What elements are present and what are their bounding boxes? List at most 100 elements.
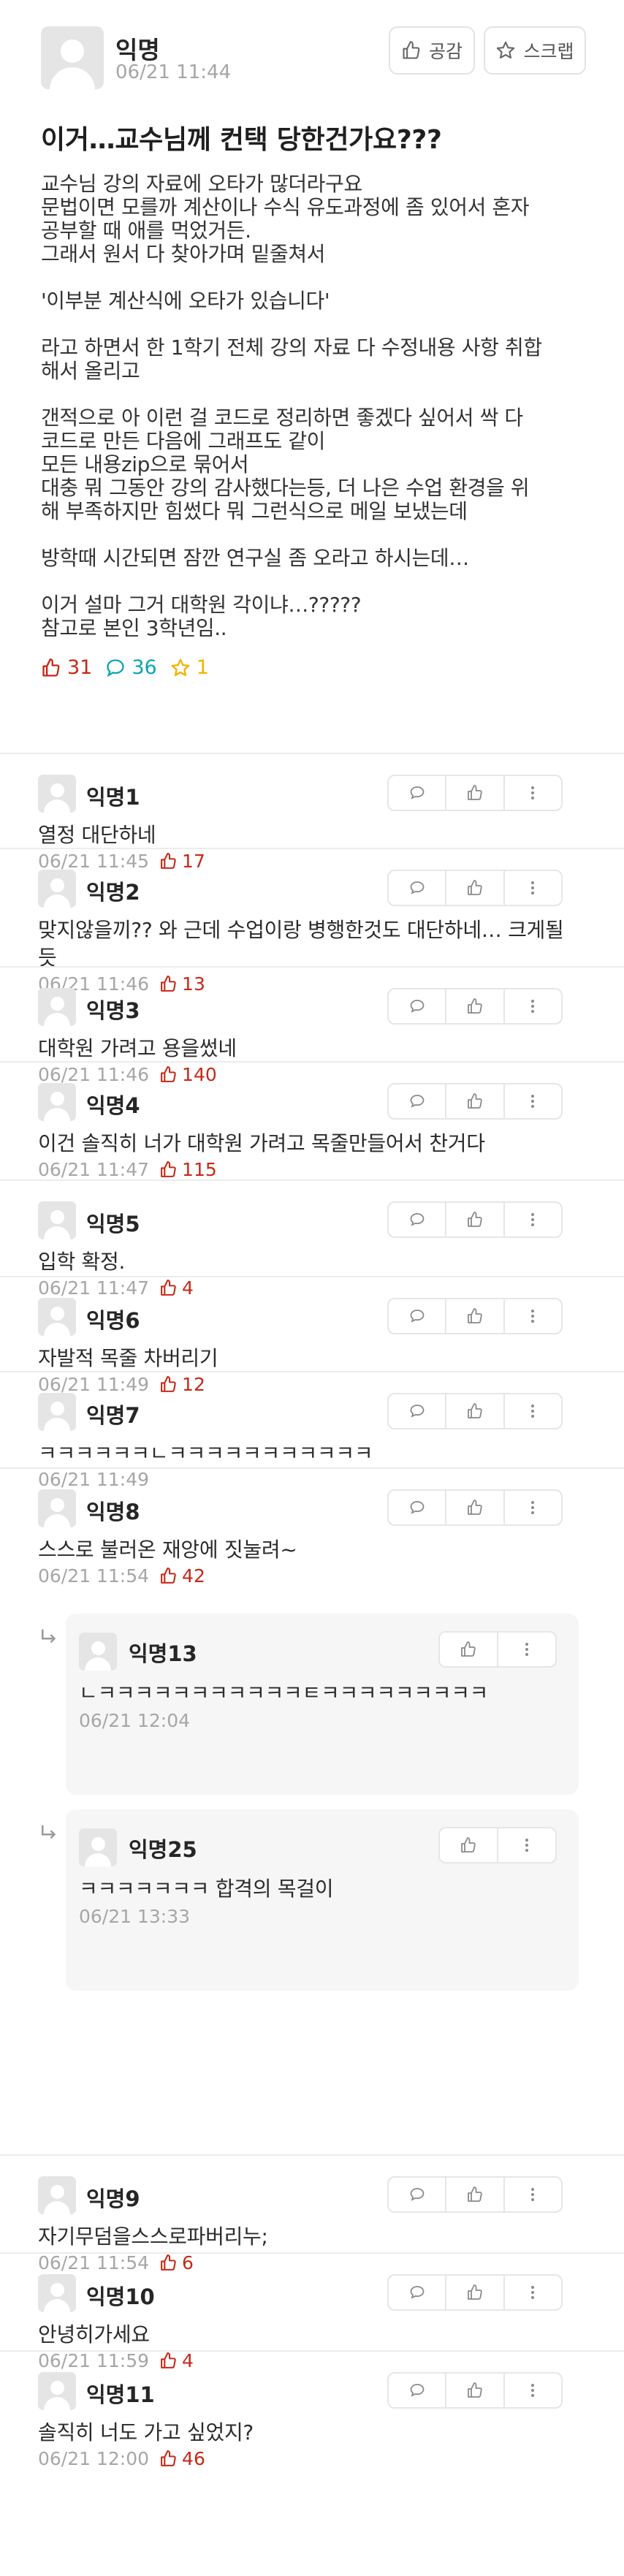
post-title: 이거…교수님께 컨택 당한건가요??? [41,125,442,155]
more-options-button[interactable] [505,1084,561,1118]
speech-bubble-icon [410,881,425,894]
reply-button[interactable] [389,1299,447,1333]
comment-time: 06/21 12:04 [79,1710,191,1731]
avatar [38,870,76,908]
more-options-button[interactable] [498,1633,555,1666]
comment-text: 자발적 목줄 차버리기 [38,1346,218,1370]
comment-like-button[interactable] [446,1203,505,1236]
vertical-dots-icon [531,1501,535,1514]
vertical-dots-icon [531,786,535,799]
reply-button[interactable] [389,2374,447,2407]
comment-like-button[interactable] [440,1828,498,1862]
comment-like-button[interactable] [446,1491,505,1524]
comment-text: ㅋㅋㅋㅋㅋㅋㅋ 합격의 목걸이 [79,1877,334,1901]
reply-button[interactable] [389,1491,447,1524]
comment-actions [387,988,563,1025]
thumbs-up-icon [468,1212,482,1227]
comment-author: 익명5 [86,1212,140,1236]
reply-arrow-icon [42,1825,56,1839]
vertical-dots-icon [531,2286,535,2299]
thumbs-up-icon [468,2382,482,2398]
more-options-button[interactable] [505,776,561,810]
reply-button[interactable] [389,871,447,905]
thumbs-up-icon [468,1093,482,1109]
avatar [38,2176,76,2214]
comment-like-button[interactable] [446,989,505,1023]
vertical-dots-icon [525,1643,528,1656]
more-options-button[interactable] [505,2374,561,2407]
thumbs-up-icon [468,1308,482,1323]
comment-text: 열정 대단하네 [38,823,156,847]
vertical-dots-icon [531,1000,535,1013]
avatar [79,1633,117,1671]
comment-like-count: 115 [159,1159,217,1180]
comment-time: 06/21 11:47 [38,1159,150,1180]
comment-text: 자기무덤을스스로파버리누; [38,2224,268,2249]
comment-like-button[interactable] [446,871,505,905]
comment-like-button[interactable] [446,776,505,810]
more-options-button[interactable] [505,1394,561,1428]
like-button[interactable]: 공감 [389,26,475,75]
comment-like-value: 115 [182,1159,217,1180]
comment-author: 익명4 [86,1093,140,1118]
reply-button[interactable] [389,1394,447,1428]
star-icon [497,41,515,58]
scrap-button[interactable]: 스크랩 [484,26,586,75]
speech-bubble-icon [410,2286,425,2299]
reply-button[interactable] [389,2178,447,2211]
avatar [38,1083,76,1121]
avatar [79,1828,117,1866]
more-options-button[interactable] [505,1203,561,1236]
speech-bubble-icon [410,2188,425,2201]
comment-like-button[interactable] [446,2178,505,2211]
more-options-button[interactable] [505,2178,561,2211]
reply-button[interactable] [389,1203,447,1236]
post-stats: 31 36 1 [41,656,583,679]
comment-text: 솔직히 너도 가고 싶었지? [38,2420,254,2444]
speech-bubble-icon [410,1405,425,1418]
post-body: 교수님 강의 자료에 오타가 많더라구요 문법이면 모를까 계산이나 수식 유도… [41,172,542,640]
thumbs-up-icon [468,998,482,1014]
more-options-button[interactable] [505,1299,561,1333]
avatar [38,1393,76,1431]
comment-like-button[interactable] [446,2276,505,2309]
reply-button[interactable] [389,2276,447,2309]
like-count-value: 31 [67,656,93,679]
comment-text: 입학 확정. [38,1250,126,1274]
comment-actions [387,775,563,811]
thumbs-up-icon [42,658,60,677]
speech-bubble-icon [410,1310,425,1323]
comment-meta: 06/21 11:54 42 [38,1565,205,1587]
comment-count: 36 [105,656,157,679]
comment-like-button[interactable] [446,1394,505,1428]
comment-time: 06/21 12:00 [38,2448,150,2469]
comment: 익명5 입학 확정. 06/21 11:47 4 [0,1179,624,1299]
comment: 익명11 솔직히 너도 가고 싶었지? 06/21 12:00 46 [0,2350,624,2469]
reply-button[interactable] [389,1084,447,1118]
comment-like-button[interactable] [446,1299,505,1333]
comment-like-button[interactable] [446,2374,505,2407]
avatar [38,1201,76,1239]
thumbs-up-icon [468,2186,482,2202]
comment-like-count: 46 [159,2448,205,2469]
scrap-count: 1 [170,656,209,679]
comment-like-value: 42 [182,1565,205,1587]
more-options-button[interactable] [505,871,561,905]
reply-button[interactable] [389,776,447,810]
reply-arrow-icon [42,1629,56,1644]
more-options-button[interactable] [505,1491,561,1524]
comment-author: 익명8 [86,1500,140,1524]
more-options-button[interactable] [505,989,561,1023]
thumbs-up-icon [468,2284,482,2300]
reply-button[interactable] [389,989,447,1023]
vertical-dots-icon [531,2384,535,2397]
comment-text: 스스로 불러온 재앙에 짓눌려~ [38,1538,297,1562]
comment-author: 익명1 [86,785,140,810]
comment-text: ㄴㅋㅋㅋㅋㅋㅋㅋㅋㅋㅋㅋㅌㅋㅋㅋㅋㅋㅋㅋㅋㅋ [79,1681,489,1705]
comment-like-button[interactable] [440,1633,498,1666]
comment-like-button[interactable] [446,1084,505,1118]
more-options-button[interactable] [498,1828,555,1862]
speech-bubble-icon [410,786,425,799]
more-options-button[interactable] [505,2276,561,2309]
comment-meta: 06/21 12:04 [79,1710,190,1731]
